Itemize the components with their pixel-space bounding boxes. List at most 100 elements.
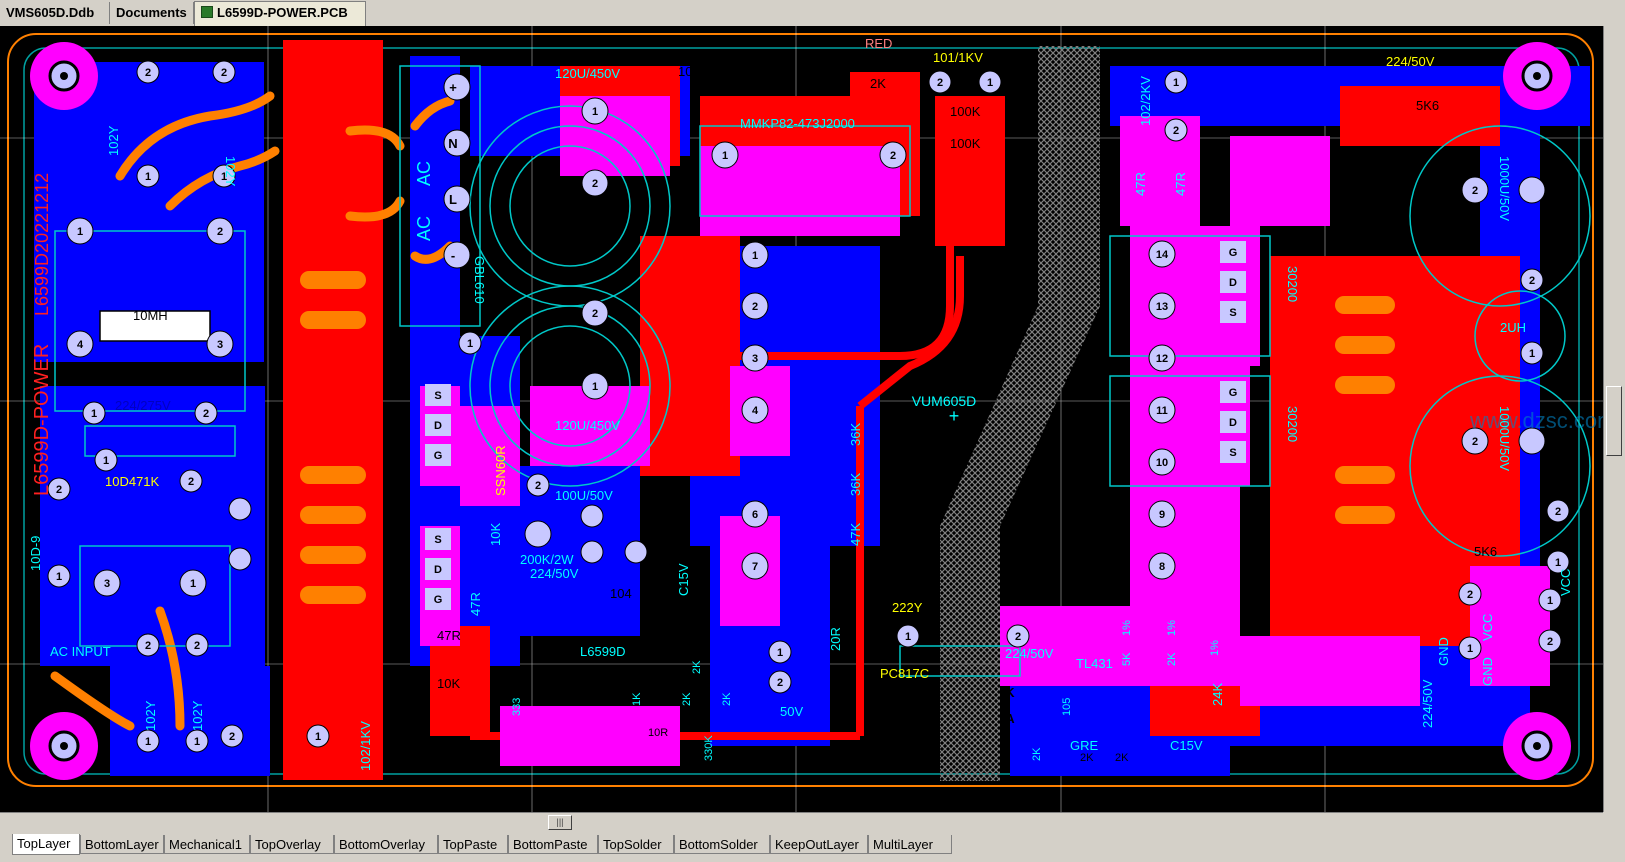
label-2k-c: 2K <box>721 692 733 706</box>
layer-tab-toplayer[interactable]: TopLayer <box>12 834 80 855</box>
layer-tab-bottomlayer[interactable]: BottomLayer <box>80 835 164 854</box>
svg-text:1: 1 <box>467 338 473 350</box>
svg-text:2: 2 <box>1467 589 1473 601</box>
label-10mh: 10MH <box>133 308 168 323</box>
svg-text:2: 2 <box>145 67 151 79</box>
label-1k: 1K <box>631 692 643 706</box>
svg-text:1: 1 <box>777 647 783 659</box>
label-30200-bottom: 30200 <box>1285 406 1300 442</box>
label-2uh: 2UH <box>1500 320 1526 335</box>
vertical-scrollbar-thumb[interactable] <box>1606 386 1622 456</box>
label-opto-e: E <box>910 685 919 700</box>
horizontal-scrollbar[interactable]: ||| <box>0 812 1603 832</box>
layer-tab-bottompaste[interactable]: BottomPaste <box>508 835 598 854</box>
label-opto-c: C <box>909 711 919 726</box>
svg-text:2: 2 <box>217 226 223 238</box>
board-date-vertical: L6599D20221212 <box>32 173 52 316</box>
svg-text:1: 1 <box>1547 595 1553 607</box>
label-2k-e: 2K <box>1080 752 1094 764</box>
label-224-50v-a: 224/50V <box>530 566 579 581</box>
layer-tab-bar: TopLayer BottomLayer Mechanical1 TopOver… <box>0 832 1625 862</box>
label-ssn60r: SSN60R <box>493 445 508 496</box>
label-100k-2: 100K <box>740 64 771 79</box>
tab-l6599d-power-pcb-label: L6599D-POWER.PCB <box>217 5 348 20</box>
label-bridge-n: N <box>448 136 457 151</box>
svg-text:1: 1 <box>194 736 200 748</box>
layer-tab-bottomsolder[interactable]: BottomSolder <box>674 835 770 854</box>
tab-vms605d-ddb[interactable]: VMS605D.Ddb <box>0 2 110 24</box>
svg-text:2: 2 <box>1529 275 1535 287</box>
label-mos-g-left1: G <box>434 450 443 462</box>
svg-text:1: 1 <box>315 731 321 743</box>
label-47r-c: 47R <box>1133 172 1148 196</box>
label-2k-d: 2K <box>1031 747 1043 761</box>
label-102-2kv: 102/2KV <box>1138 76 1153 126</box>
label-bridge-minus: - <box>451 248 455 263</box>
svg-text:1: 1 <box>905 631 911 643</box>
label-102y-d: 102Y <box>190 700 205 731</box>
label-102y-a: 102Y <box>106 125 121 156</box>
label-200k-2w: 200K/2W <box>520 552 574 567</box>
pcb-document-icon <box>201 6 213 18</box>
layer-tab-mechanical1[interactable]: Mechanical1 <box>164 835 250 854</box>
label-l6599d: L6599D <box>580 644 626 659</box>
layer-tab-topoverlay[interactable]: TopOverlay <box>250 835 334 854</box>
svg-text:1: 1 <box>56 571 62 583</box>
watermark-text: www.dzsc.com <box>1469 408 1603 433</box>
vertical-scrollbar[interactable] <box>1603 26 1625 812</box>
layer-tab-multilayer[interactable]: MultiLayer <box>868 835 952 854</box>
primary-pin-3: 3 <box>752 353 758 365</box>
label-10r: 10R <box>648 727 668 739</box>
label-vcc-a: VCC <box>1480 614 1495 641</box>
svg-text:1: 1 <box>1173 77 1179 89</box>
label-mos-d-1: D <box>1229 277 1237 289</box>
layer-tab-keepoutlayer[interactable]: KeepOutLayer <box>770 835 868 854</box>
label-mos-s-2: S <box>1229 447 1236 459</box>
svg-text:2: 2 <box>1472 436 1478 448</box>
svg-text:1: 1 <box>1555 557 1561 569</box>
label-5k-1pct: 5K <box>1121 652 1133 666</box>
svg-text:2: 2 <box>188 476 194 488</box>
svg-text:2: 2 <box>890 150 896 162</box>
label-100k-1: 100K <box>678 64 709 79</box>
svg-text:2: 2 <box>1547 636 1553 648</box>
label-1000u-a: 1000U/50V <box>1497 156 1512 221</box>
label-vcc-b: VCC <box>1558 569 1573 596</box>
label-red: RED <box>865 36 892 51</box>
tab-documents[interactable]: Documents <box>110 2 194 24</box>
svg-text:2: 2 <box>56 484 62 496</box>
primary-pin-6: 6 <box>752 509 758 521</box>
label-mos-s-left1: S <box>434 390 441 402</box>
label-224-275v: 224/275V <box>115 398 171 413</box>
label-mos-d-left1: D <box>434 420 442 432</box>
svg-text:2: 2 <box>1173 125 1179 137</box>
label-47r-d: 47R <box>1173 172 1188 196</box>
pcb-canvas[interactable]: 2211 1243 1212 2131 2211 21 1221 1212 21… <box>0 26 1603 812</box>
label-330k: 330K <box>703 735 715 761</box>
svg-text:2: 2 <box>592 308 598 320</box>
label-222y: 222Y <box>892 600 923 615</box>
tab-l6599d-power-pcb[interactable]: L6599D-POWER.PCB <box>194 1 366 26</box>
board-center-label: VUM605D <box>912 393 977 409</box>
label-mos-g-2: G <box>1229 387 1238 399</box>
layer-tab-toppaste[interactable]: TopPaste <box>438 835 508 854</box>
label-120u-bottom: 120U/450V <box>555 418 620 433</box>
svg-text:2: 2 <box>937 77 943 89</box>
transformer-pin-10: 10 <box>1156 457 1168 469</box>
label-47r-a: 47R <box>437 628 461 643</box>
svg-text:3: 3 <box>104 578 110 590</box>
label-opto-k: K <box>1005 685 1015 700</box>
label-2k-f: 2K <box>1115 752 1129 764</box>
label-1000u-b: 1000U/50V <box>1497 406 1512 471</box>
svg-text:1: 1 <box>1467 643 1473 655</box>
label-5k6-a: 5K6 <box>1416 98 1439 113</box>
label-120u-top: 120U/450V <box>555 66 620 81</box>
board-name-vertical: L6599D-POWER <box>31 344 53 496</box>
label-102y-b: 102Y <box>223 156 238 187</box>
layer-tab-bottomoverlay[interactable]: BottomOverlay <box>334 835 438 854</box>
svg-text:2: 2 <box>1472 185 1478 197</box>
layer-tab-topsolder[interactable]: TopSolder <box>598 835 674 854</box>
horizontal-scrollbar-thumb[interactable]: ||| <box>548 815 572 830</box>
svg-text:2: 2 <box>194 640 200 652</box>
pcb-board-view[interactable]: 2 21 1 1 24 3 1 212 213 1 2 21 1 21 1221 121 2 21… <box>0 26 1603 812</box>
